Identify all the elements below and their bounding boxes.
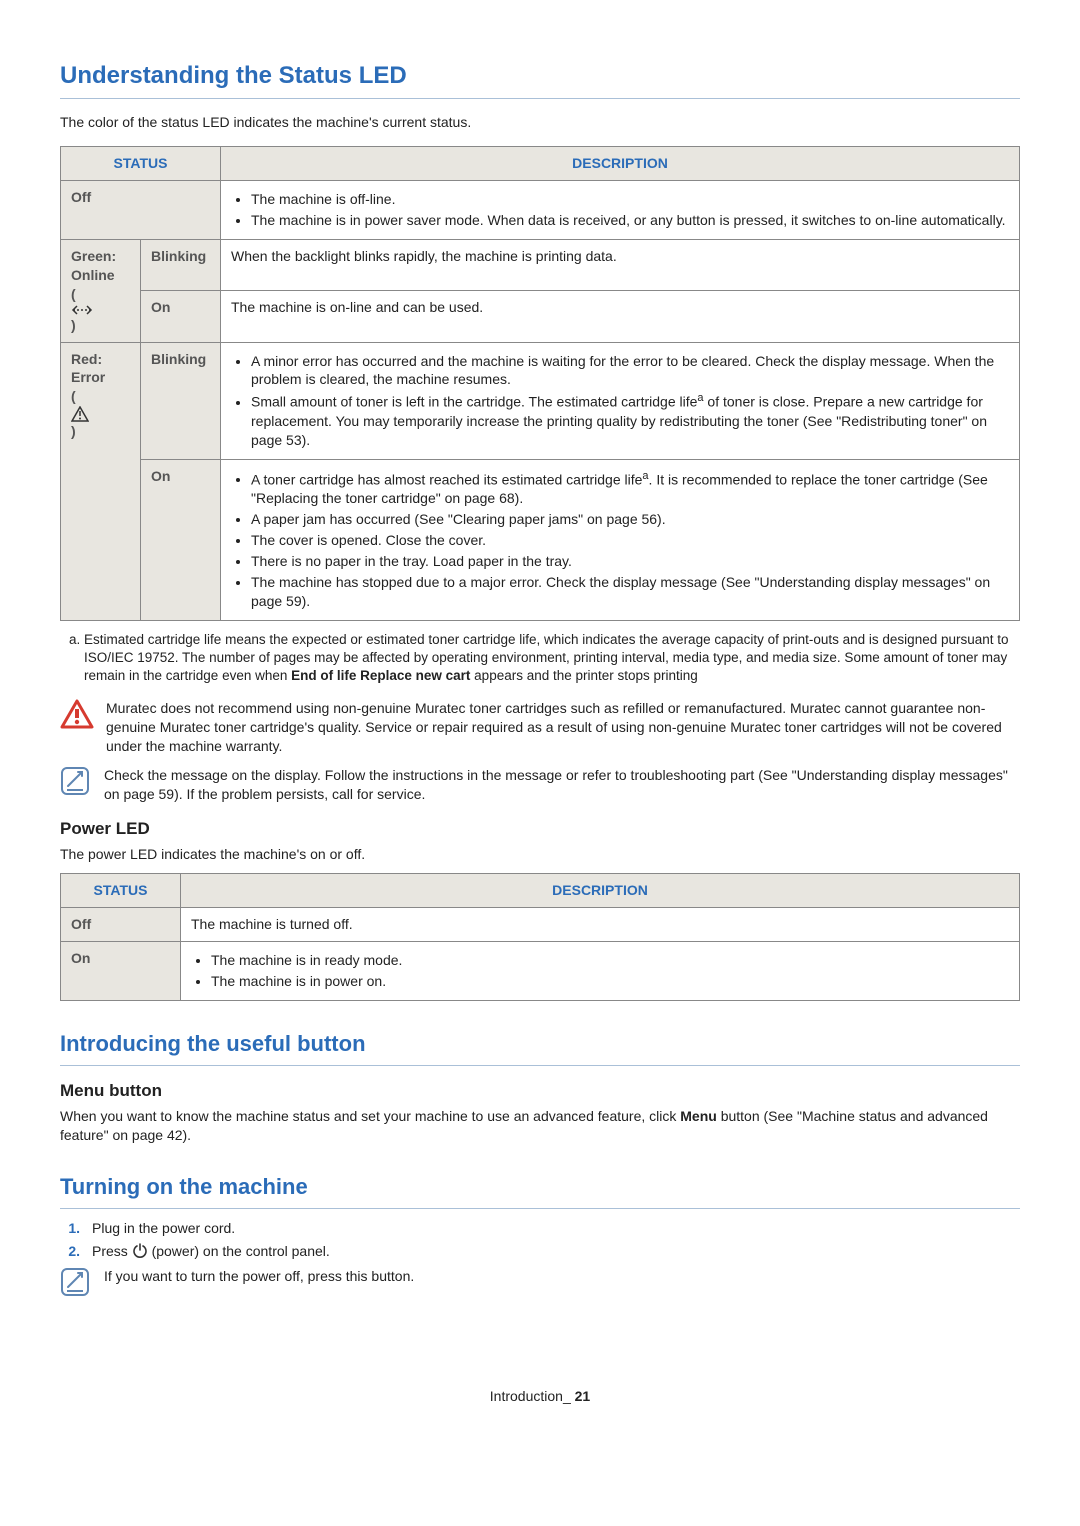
note-icon (60, 1267, 92, 1297)
intro-text: The color of the status LED indicates th… (60, 113, 1020, 132)
table-row: Green: Online () Blinking When the backl… (61, 239, 1020, 290)
footer-page-number: 21 (575, 1388, 591, 1404)
list-item: The machine is in ready mode. (211, 951, 1009, 970)
list-item: The machine has stopped due to a major e… (251, 573, 1009, 611)
list-item: A minor error has occurred and the machi… (251, 352, 1009, 390)
table-row: Off The machine is turned off. (61, 908, 1020, 942)
power-on-desc: The machine is in ready mode. The machin… (181, 942, 1020, 1001)
note-text: If you want to turn the power off, press… (104, 1267, 1020, 1297)
note-text: Check the message on the display. Follow… (104, 766, 1020, 804)
col-status: STATUS (61, 874, 181, 908)
power-on-label: On (61, 942, 181, 1001)
row-off-desc: The machine is off-line. The machine is … (221, 181, 1020, 240)
note-callout: If you want to turn the power off, press… (60, 1267, 1020, 1297)
page-footer: Introduction_ 21 (60, 1387, 1020, 1406)
section-heading: Turning on the machine (60, 1172, 1020, 1209)
row-red-blinking-desc: A minor error has occurred and the machi… (221, 342, 1020, 459)
footer-section: Introduction (490, 1388, 563, 1404)
step-1: 1. Plug in the power cord. (60, 1219, 1020, 1238)
page-title: Understanding the Status LED (60, 60, 1020, 99)
list-item: The machine is in power on. (211, 972, 1009, 991)
row-red-blinking-label: Blinking (141, 342, 221, 459)
power-off-desc: The machine is turned off. (181, 908, 1020, 942)
row-green-blinking-label: Blinking (141, 239, 221, 290)
power-led-intro: The power LED indicates the machine's on… (60, 845, 1020, 864)
steps-list: 1. Plug in the power cord. 2. Press (pow… (60, 1219, 1020, 1261)
power-led-heading: Power LED (60, 818, 1020, 841)
table-row: Red: Error () Blinking A minor error has… (61, 342, 1020, 459)
power-off-label: Off (61, 908, 181, 942)
warning-callout: Muratec does not recommend using non-gen… (60, 699, 1020, 756)
row-green-on-desc: The machine is on-line and can be used. (221, 291, 1020, 342)
table-row: Off The machine is off-line. The machine… (61, 181, 1020, 240)
menu-button-heading: Menu button (60, 1080, 1020, 1103)
row-red-on-desc: A toner cartridge has almost reached its… (221, 459, 1020, 620)
table-row: On The machine is in ready mode. The mac… (61, 942, 1020, 1001)
row-red-on-label: On (141, 459, 221, 620)
row-red-label: Red: Error () (61, 342, 141, 620)
list-item: A paper jam has occurred (See "Clearing … (251, 510, 1009, 529)
col-status: STATUS (61, 147, 221, 181)
row-green-on-label: On (141, 291, 221, 342)
list-item: The cover is opened. Close the cover. (251, 531, 1009, 550)
table-row: On The machine is on-line and can be use… (61, 291, 1020, 342)
row-green-label: Green: Online () (61, 239, 141, 342)
step-number: 1. (60, 1219, 80, 1238)
list-item: There is no paper in the tray. Load pape… (251, 552, 1009, 571)
row-off-label: Off (61, 181, 221, 240)
step-2: 2. Press (power) on the control panel. (60, 1242, 1020, 1261)
col-description: DESCRIPTION (181, 874, 1020, 908)
table-row: On A toner cartridge has almost reached … (61, 459, 1020, 620)
error-icon: () (71, 387, 89, 441)
status-led-table: STATUS DESCRIPTION Off The machine is of… (60, 146, 1020, 620)
list-item: The machine is in power saver mode. When… (251, 211, 1009, 230)
section-heading: Introducing the useful button (60, 1029, 1020, 1066)
list-item: Small amount of toner is left in the car… (251, 391, 1009, 449)
row-green-blinking-desc: When the backlight blinks rapidly, the m… (221, 239, 1020, 290)
power-icon (132, 1243, 148, 1259)
note-callout: Check the message on the display. Follow… (60, 766, 1020, 804)
menu-button-text: When you want to know the machine status… (60, 1107, 1020, 1145)
warning-text: Muratec does not recommend using non-gen… (106, 699, 1020, 756)
network-icon: () (71, 285, 93, 335)
note-icon (60, 766, 92, 804)
list-item: The machine is off-line. (251, 190, 1009, 209)
footnote-a: a. Estimated cartridge life means the ex… (60, 631, 1020, 686)
power-led-table: STATUS DESCRIPTION Off The machine is tu… (60, 873, 1020, 1001)
step-text: Plug in the power cord. (92, 1219, 235, 1238)
step-number: 2. (60, 1242, 80, 1261)
col-description: DESCRIPTION (221, 147, 1020, 181)
step-text: Press (power) on the control panel. (92, 1242, 330, 1261)
list-item: A toner cartridge has almost reached its… (251, 469, 1009, 508)
warning-icon (60, 699, 94, 756)
